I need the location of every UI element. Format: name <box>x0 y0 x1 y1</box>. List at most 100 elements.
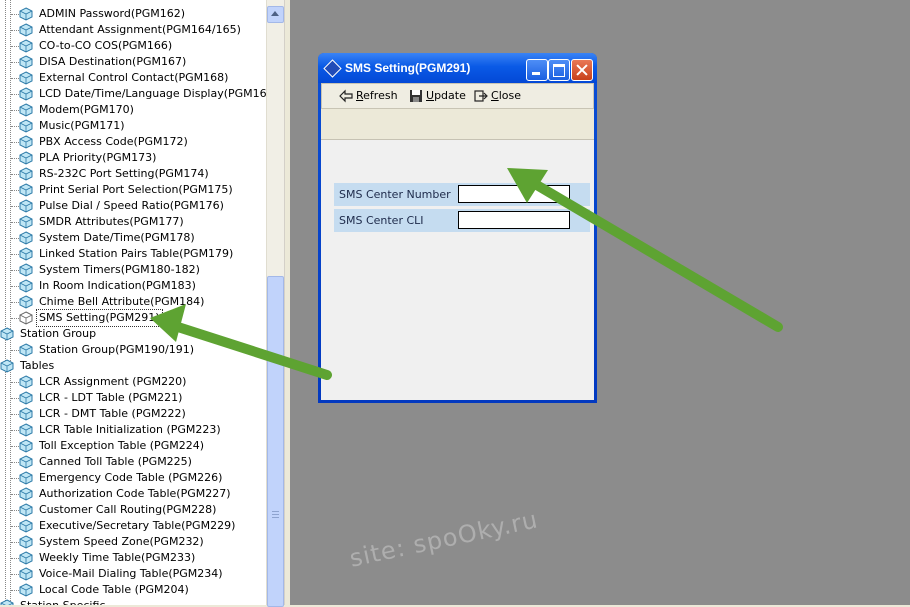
dialog-titlebar[interactable]: SMS Setting(PGM291) <box>318 53 597 83</box>
scroll-grip <box>272 511 279 512</box>
close-label: Close <box>491 89 521 102</box>
item-cube-icon <box>19 135 33 149</box>
tree-item-label: SMDR Attributes(PGM177) <box>39 215 184 228</box>
sms-center-number-row: SMS Center Number <box>334 183 590 206</box>
tree-branch-line <box>11 238 19 239</box>
refresh-label: Refresh <box>356 89 398 102</box>
tree-item-label: Weekly Time Table(PGM233) <box>39 551 196 564</box>
tree-item-label: Executive/Secretary Table(PGM229) <box>39 519 236 532</box>
sms-center-cli-row: SMS Center CLI <box>334 209 590 232</box>
item-cube-icon <box>19 55 33 69</box>
item-cube-icon <box>19 151 33 165</box>
maximize-button[interactable] <box>548 59 570 81</box>
dialog-toolbar: Refresh Update Close <box>321 83 594 109</box>
item-cube-icon <box>19 39 33 53</box>
item-cube-icon <box>19 391 33 405</box>
item-cube-icon <box>19 247 33 261</box>
tree-branch-line <box>11 430 19 431</box>
tree-item-label: PBX Access Code(PGM172) <box>39 135 188 148</box>
tree-branch-line <box>11 590 19 591</box>
update-label: Update <box>426 89 466 102</box>
tree-branch-line <box>11 30 19 31</box>
tree-branch-line <box>11 558 19 559</box>
tree-item-label: PLA Priority(PGM173) <box>39 151 157 164</box>
tree-branch-line <box>11 222 19 223</box>
tree-item-label: Chime Bell Attribute(PGM184) <box>39 295 205 308</box>
tree-item-label: Toll Exception Table (PGM224) <box>39 439 204 452</box>
scroll-up-button[interactable] <box>267 6 284 23</box>
form-area: SMS Center Number SMS Center CLI <box>321 140 594 400</box>
item-cube-icon <box>19 583 33 597</box>
tree-branch-line <box>11 542 19 543</box>
tree-branch-line <box>11 350 19 351</box>
update-button[interactable]: Update <box>409 88 466 104</box>
tree-item-label: In Room Indication(PGM183) <box>39 279 196 292</box>
tree-item-label: Modem(PGM170) <box>39 103 134 116</box>
back-arrow-icon <box>339 89 353 103</box>
sms-setting-dialog: SMS Setting(PGM291) Refresh Update Close… <box>318 53 597 403</box>
minimize-button[interactable] <box>526 59 548 81</box>
tree-branch-line <box>11 62 19 63</box>
item-cube-icon <box>19 199 33 213</box>
tree-scrollbar[interactable] <box>266 0 284 607</box>
tree-item-label: Station Specific <box>20 598 105 605</box>
tree-item-label: Pulse Dial / Speed Ratio(PGM176) <box>39 199 224 212</box>
tree-branch-line <box>11 126 19 127</box>
tree-connector-line <box>5 0 6 605</box>
item-cube-icon <box>19 407 33 421</box>
app-icon <box>323 59 342 78</box>
tree-item-label: System Date/Time(PGM178) <box>39 231 195 244</box>
item-cube-icon <box>19 439 33 453</box>
tree-item-label: Print Serial Port Selection(PGM175) <box>39 183 233 196</box>
item-cube-icon <box>19 567 33 581</box>
item-cube-icon <box>19 263 33 277</box>
sms-center-number-input[interactable] <box>458 185 570 203</box>
item-cube-icon <box>19 215 33 229</box>
scroll-grip <box>272 514 279 515</box>
tree-branch-line <box>11 398 19 399</box>
item-cube-icon <box>19 87 33 101</box>
tree-branch-line <box>11 46 19 47</box>
tree-item-label: Local Code Table (PGM204) <box>39 583 189 596</box>
close-window-button[interactable] <box>571 59 593 81</box>
tree-branch-line <box>11 286 19 287</box>
item-cube-icon <box>19 519 33 533</box>
tree-branch-line <box>11 462 19 463</box>
tree-branch-line <box>11 94 19 95</box>
tree-branch-line <box>11 254 19 255</box>
tree-item-label: LCR - DMT Table (PGM222) <box>39 407 186 420</box>
item-cube-icon <box>19 375 33 389</box>
tree-branch-line <box>11 318 19 319</box>
item-cube-icon <box>19 119 33 133</box>
dialog-title: SMS Setting(PGM291) <box>345 61 471 75</box>
tree-branch-line <box>11 78 19 79</box>
tree-item-label: Tables <box>20 359 55 372</box>
close-button[interactable]: Close <box>474 88 522 104</box>
item-cube-icon <box>19 295 33 309</box>
item-cube-icon <box>19 423 33 437</box>
program-tree[interactable]: ADMIN Password(PGM162) Attendant Assignme… <box>0 0 266 605</box>
item-cube-icon <box>19 71 33 85</box>
tree-item-label: CO-to-CO COS(PGM166) <box>39 39 173 52</box>
tree-branch-line <box>11 302 19 303</box>
tree-item-label: DISA Destination(PGM167) <box>39 55 187 68</box>
tree-branch-line <box>11 190 19 191</box>
folder-cube-icon <box>0 599 14 605</box>
tree-branch-line <box>11 414 19 415</box>
item-cube-icon <box>19 103 33 117</box>
item-cube-icon <box>19 503 33 517</box>
sms-center-cli-input[interactable] <box>458 211 570 229</box>
item-cube-icon <box>19 487 33 501</box>
scroll-grip <box>272 517 279 518</box>
save-disk-icon <box>410 90 422 102</box>
refresh-button[interactable]: Refresh <box>339 88 399 104</box>
scroll-thumb[interactable] <box>267 276 284 607</box>
tree-branch-line <box>11 510 19 511</box>
tree-item-label: LCR Assignment (PGM220) <box>39 375 187 388</box>
tree-item-label: LCR Table Initialization (PGM223) <box>39 423 221 436</box>
folder-cube-icon <box>0 359 14 373</box>
tree-branch-line <box>11 478 19 479</box>
item-cube-icon <box>19 183 33 197</box>
tree-branch-line <box>11 174 19 175</box>
tree-item-label: ADMIN Password(PGM162) <box>39 7 186 20</box>
